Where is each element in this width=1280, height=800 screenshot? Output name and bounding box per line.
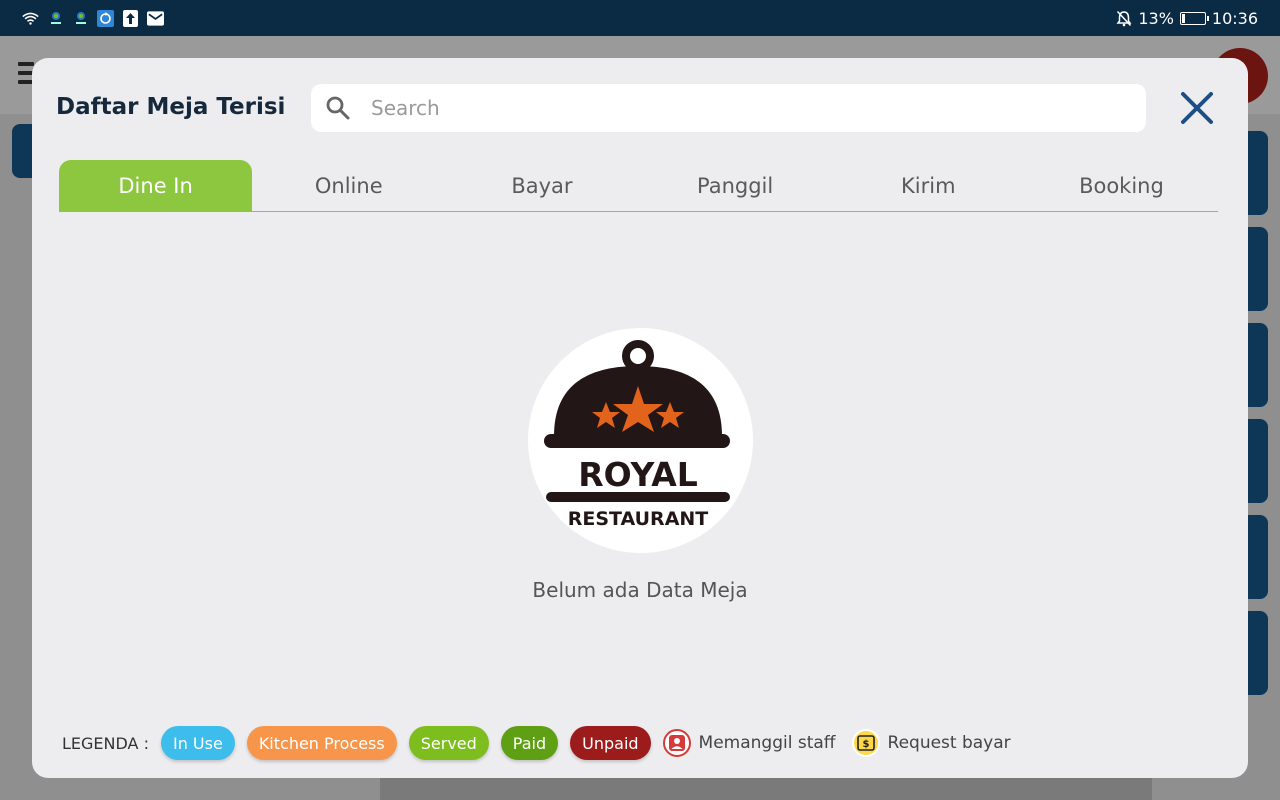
legend-kitchen-process: Kitchen Process bbox=[246, 726, 397, 760]
staff-call-label: Memanggil staff bbox=[698, 733, 836, 753]
logo-subtitle: RESTAURANT bbox=[568, 508, 709, 530]
close-icon[interactable] bbox=[1177, 88, 1217, 128]
restaurant-logo: ROYAL RESTAURANT bbox=[528, 328, 753, 553]
staff-call-icon bbox=[662, 729, 691, 757]
search-box[interactable] bbox=[311, 84, 1146, 132]
tab-bar: Dine In Online Bayar Panggil Kirim Booki… bbox=[59, 160, 1218, 212]
cloche-icon: ROYAL RESTAURANT bbox=[544, 340, 730, 530]
request-bill-label: Request bayar bbox=[887, 733, 1011, 753]
legend-paid: Paid bbox=[500, 726, 559, 760]
tab-dine-in[interactable]: Dine In bbox=[59, 160, 253, 211]
legend-unpaid: Unpaid bbox=[570, 726, 651, 760]
upload-icon bbox=[122, 9, 139, 27]
tab-bayar[interactable]: Bayar bbox=[445, 160, 638, 211]
request-bill-icon: $ bbox=[851, 729, 880, 757]
mail-icon bbox=[147, 10, 164, 27]
clock: 10:36 bbox=[1211, 8, 1258, 28]
wifi-icon bbox=[22, 10, 39, 27]
bell-off-icon bbox=[1115, 10, 1132, 27]
tab-online[interactable]: Online bbox=[252, 160, 445, 211]
legend-request-bill: $ Request bayar bbox=[851, 729, 1011, 757]
search-icon bbox=[325, 95, 351, 121]
tab-panggil[interactable]: Panggil bbox=[639, 160, 832, 211]
tab-kirim[interactable]: Kirim bbox=[832, 160, 1025, 211]
svg-text:$: $ bbox=[862, 739, 869, 750]
tab-booking[interactable]: Booking bbox=[1025, 160, 1218, 211]
modal-title: Daftar Meja Terisi bbox=[56, 94, 286, 120]
legend-label: LEGENDA : bbox=[62, 733, 149, 753]
status-bar: 13% 10:36 bbox=[0, 0, 1280, 36]
legend: LEGENDA : In Use Kitchen Process Served … bbox=[62, 725, 1027, 761]
sync-icon bbox=[97, 9, 114, 27]
battery-fill bbox=[1181, 13, 1185, 23]
logo-brand: ROYAL bbox=[578, 455, 698, 494]
search-input[interactable] bbox=[371, 96, 1131, 120]
battery-percent: 13% bbox=[1138, 8, 1174, 28]
empty-state-message: Belum ada Data Meja bbox=[532, 578, 748, 602]
legend-in-use: In Use bbox=[160, 726, 235, 760]
occupied-tables-modal: Daftar Meja Terisi Dine In Online Bayar … bbox=[32, 58, 1248, 778]
status-left-icons bbox=[22, 9, 164, 27]
app-icon bbox=[47, 10, 64, 27]
legend-served: Served bbox=[408, 726, 489, 760]
battery-icon bbox=[1179, 11, 1209, 25]
close-button[interactable] bbox=[1177, 88, 1217, 128]
status-right: 13% 10:36 bbox=[1115, 9, 1258, 28]
legend-staff-call: Memanggil staff bbox=[662, 729, 836, 757]
app-icon bbox=[72, 10, 89, 27]
